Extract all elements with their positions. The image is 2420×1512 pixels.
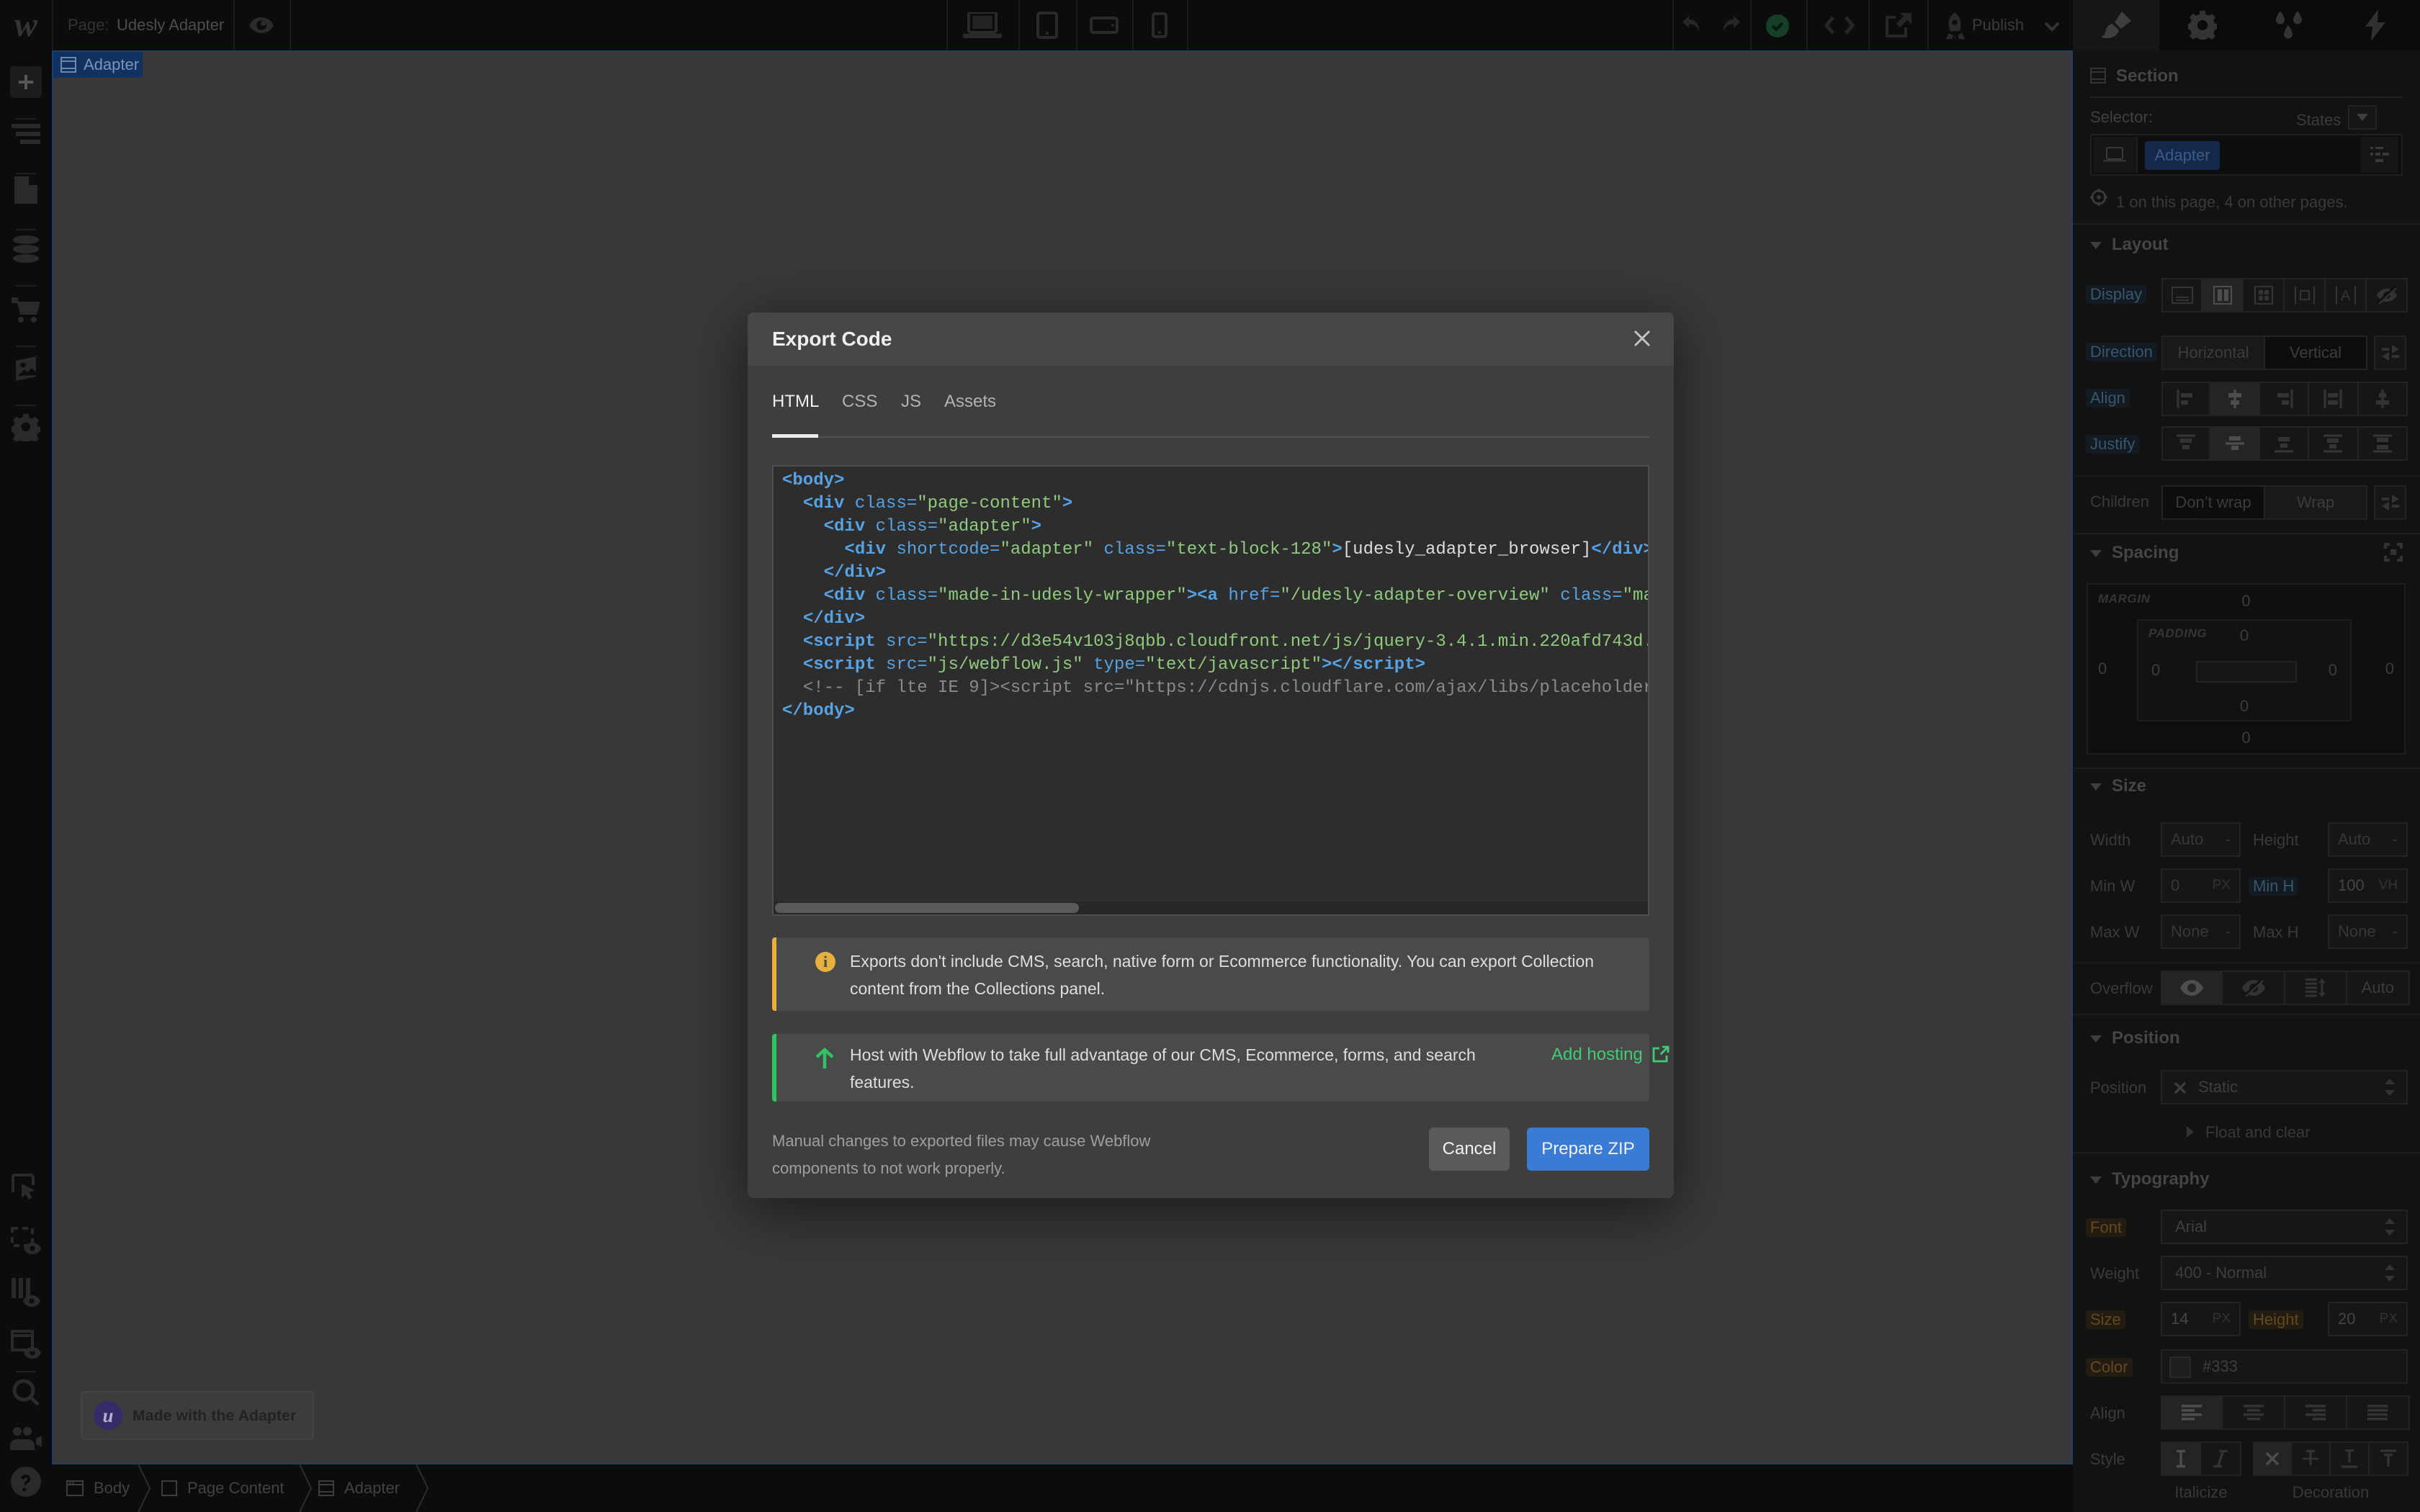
svg-text:A: A: [2341, 288, 2351, 304]
